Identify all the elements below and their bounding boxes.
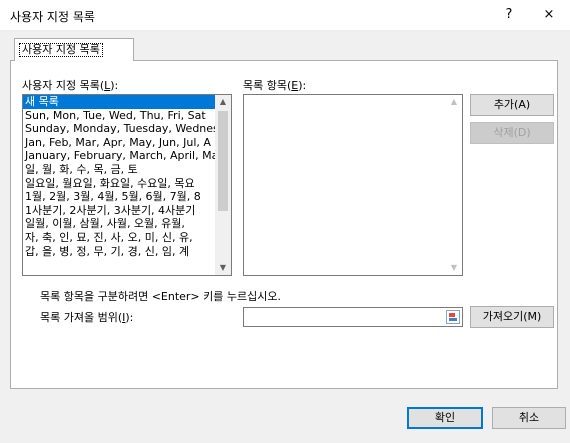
range-select-icon[interactable] [446, 310, 460, 324]
close-icon: × [543, 7, 555, 22]
list-item[interactable]: 새 목록 [23, 95, 215, 109]
list-item[interactable]: January, February, March, April, Ma [23, 149, 215, 163]
scroll-thumb[interactable] [218, 111, 228, 211]
window-title: 사용자 지정 목록 [10, 10, 95, 24]
close-button[interactable]: × [534, 4, 564, 26]
scroll-down-icon[interactable]: ▼ [446, 261, 462, 275]
custom-lists-scrollbar[interactable]: ▲ ▼ [215, 95, 231, 275]
custom-lists-listbox[interactable]: 새 목록 Sun, Mon, Tue, Wed, Thu, Fri, Sat Sun… [22, 94, 232, 276]
cancel-button[interactable]: 취소 [492, 407, 566, 429]
delete-button[interactable]: 삭제(D) [470, 122, 554, 144]
scroll-up-icon[interactable]: ▲ [446, 95, 462, 109]
list-item[interactable]: 자, 축, 인, 묘, 진, 사, 오, 미, 신, 유, [23, 231, 215, 245]
custom-lists-items: 새 목록 Sun, Mon, Tue, Wed, Thu, Fri, Sat Sun… [23, 95, 231, 258]
list-entries-label: 목록 항목(E): [243, 79, 307, 92]
ok-button[interactable]: 확인 [407, 407, 483, 429]
help-button[interactable]: ? [494, 4, 524, 26]
list-entries-textarea[interactable]: ▲ ▼ [243, 94, 463, 276]
list-item[interactable]: 갑, 을, 병, 정, 무, 기, 경, 신, 임, 계 [23, 245, 215, 259]
list-item[interactable]: 일요일, 월요일, 화요일, 수요일, 목요 [23, 177, 215, 191]
list-item[interactable]: Jan, Feb, Mar, Apr, May, Jun, Jul, A [23, 136, 215, 150]
scroll-up-icon[interactable]: ▲ [215, 95, 231, 109]
list-entries-scrollbar[interactable]: ▲ ▼ [446, 95, 462, 275]
list-item[interactable]: Sunday, Monday, Tuesday, Wednes [23, 122, 215, 136]
scroll-down-icon[interactable]: ▼ [215, 261, 231, 275]
import-range-input[interactable] [243, 307, 463, 327]
tab-custom-lists[interactable]: 사용자 지정 목록 [14, 38, 134, 61]
enter-hint-text: 목록 항목을 구분하려면 <Enter> 키를 누르십시오. [40, 290, 281, 303]
import-button[interactable]: 가져오기(M) [470, 306, 554, 328]
list-item[interactable]: 일월, 이월, 삼월, 사월, 오월, 유월, [23, 217, 215, 231]
list-item[interactable]: 1사분기, 2사분기, 3사분기, 4사분기 [23, 204, 215, 218]
list-item[interactable]: 1월, 2월, 3월, 4월, 5월, 6월, 7월, 8 [23, 190, 215, 204]
tab-label: 사용자 지정 목록 [19, 43, 103, 57]
import-range-label: 목록 가져올 범위(I): [40, 311, 134, 324]
custom-lists-label: 사용자 지정 목록(L): [22, 79, 119, 92]
list-item[interactable]: Sun, Mon, Tue, Wed, Thu, Fri, Sat [23, 109, 215, 123]
list-item[interactable]: 일, 월, 화, 수, 목, 금, 토 [23, 163, 215, 177]
add-button[interactable]: 추가(A) [470, 94, 554, 116]
